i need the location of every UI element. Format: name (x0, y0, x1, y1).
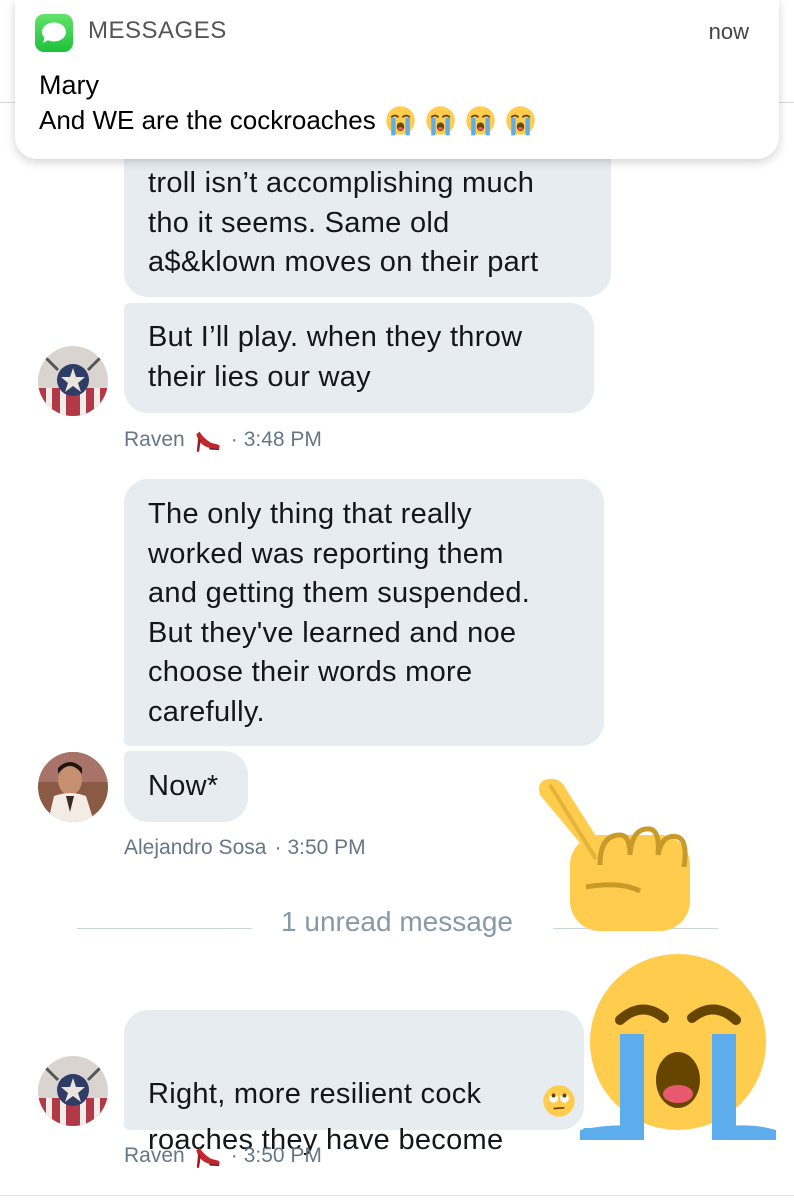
notification-app-name: MESSAGES (88, 17, 227, 44)
message-bubble[interactable]: But I’ll play. when they throw their lie… (124, 303, 594, 413)
message-meta: Alejandro Sosa · 3:50 PM (124, 836, 366, 860)
hand-pointing-up-icon (539, 778, 690, 931)
high-heel-icon (193, 426, 223, 454)
notification-sender: Mary (39, 70, 99, 100)
notification-preview-text: And WE are the cockroaches (39, 105, 376, 135)
loudly-crying-face-icon (425, 105, 456, 136)
message-bubble[interactable]: Right, more resilient cock roaches they … (124, 1010, 584, 1156)
loudly-crying-face-icon (385, 105, 416, 136)
sender-name[interactable]: Raven (124, 1144, 185, 1168)
avatar-raven[interactable] (38, 346, 108, 416)
avatar-raven[interactable] (38, 1056, 108, 1126)
notification-preview: And WE are the cockroaches (39, 105, 536, 136)
messages-app-icon (35, 14, 73, 52)
sender-name[interactable]: Alejandro Sosa (124, 836, 266, 860)
message-notification[interactable]: MESSAGES now Mary And WE are the cockroa… (15, 0, 779, 159)
loudly-crying-face-icon (465, 105, 496, 136)
notification-time: now (708, 19, 749, 44)
bottom-divider (0, 1195, 794, 1196)
message-bubble[interactable]: The only thing that really worked was re… (124, 479, 604, 746)
meta-separator: · (274, 836, 282, 859)
message-meta: Raven · 3:50 PM (124, 1142, 322, 1170)
avatar-alejandro-sosa[interactable] (38, 752, 108, 822)
loudly-crying-face-icon (505, 105, 536, 136)
meta-separator: · (230, 428, 238, 451)
message-time: 3:50 PM (287, 836, 366, 859)
message-time: 3:50 PM (243, 1144, 322, 1167)
face-with-rolling-eyes-icon (542, 1084, 576, 1118)
message-time: 3:48 PM (243, 428, 322, 451)
message-meta: Raven · 3:48 PM (124, 426, 322, 454)
sender-name[interactable]: Raven (124, 428, 185, 452)
loudly-crying-face-icon (580, 954, 776, 1140)
message-bubble[interactable]: Now* (124, 751, 248, 822)
meta-separator: · (230, 1144, 238, 1167)
high-heel-icon (193, 1142, 223, 1170)
